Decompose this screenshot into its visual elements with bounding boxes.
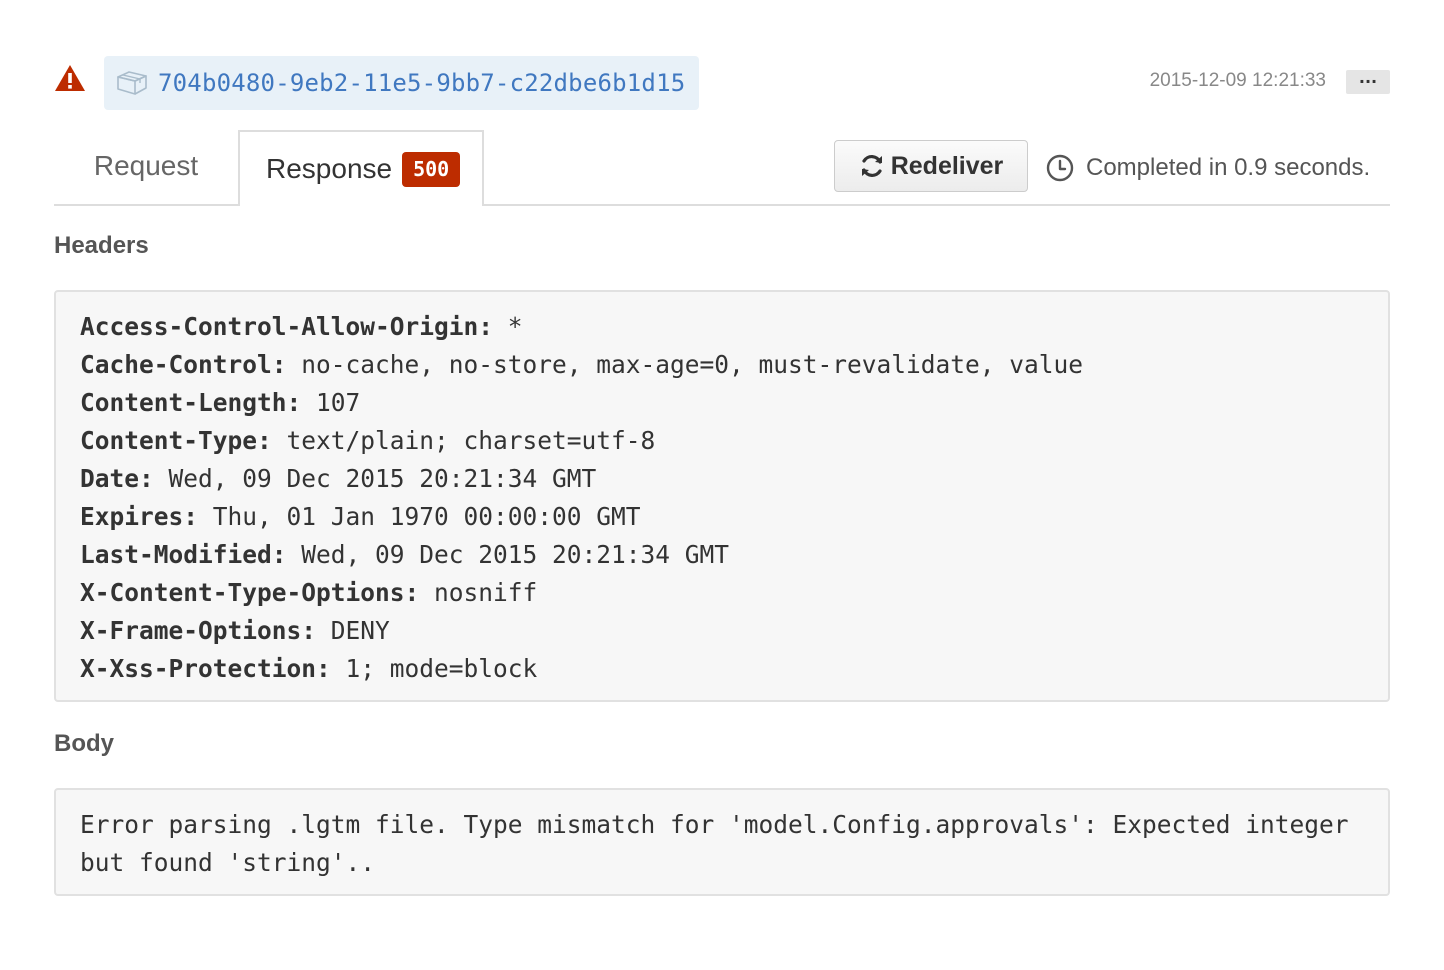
header-value: nosniff (419, 578, 538, 607)
header-value: 1; mode=block (330, 654, 538, 683)
header-value: Wed, 09 Dec 2015 20:21:34 GMT (286, 540, 730, 569)
tab-response[interactable]: Response 500 (238, 130, 484, 206)
header-name: X-Frame-Options: (80, 616, 317, 645)
package-icon (117, 71, 147, 95)
header-value: * (493, 312, 523, 341)
header-line: Expires: Thu, 01 Jan 1970 00:00:00 GMT (80, 498, 1364, 536)
header-value: 107 (301, 388, 361, 417)
header-value: Wed, 09 Dec 2015 20:21:34 GMT (153, 464, 597, 493)
alert-icon (55, 65, 85, 91)
delivery-header: 704b0480-9eb2-11e5-9bb7-c22dbe6b1d15 201… (54, 56, 1390, 110)
header-name: Content-Length: (80, 388, 302, 417)
tab-response-label: Response (266, 153, 393, 184)
response-body-block: Error parsing .lgtm file. Type mismatch … (54, 788, 1390, 896)
delivery-guid-pill[interactable]: 704b0480-9eb2-11e5-9bb7-c22dbe6b1d15 (104, 56, 700, 110)
response-headers-block: Access-Control-Allow-Origin: * Cache-Cont… (54, 290, 1390, 702)
body-heading: Body (54, 730, 114, 757)
header-value: DENY (316, 616, 390, 645)
header-name: X-Xss-Protection: (80, 654, 331, 683)
completion-text: Completed in 0.9 seconds. (1086, 154, 1371, 181)
header-name: Content-Type: (80, 426, 272, 455)
header-line: X-Frame-Options: DENY (80, 612, 1364, 650)
header-value: text/plain; charset=utf-8 (271, 426, 656, 455)
header-name: Cache-Control: (80, 350, 287, 379)
header-line: X-Xss-Protection: 1; mode=block (80, 650, 1364, 688)
status-code-badge: 500 (402, 151, 461, 187)
completion-status: Completed in 0.9 seconds. (1046, 154, 1370, 182)
redeliver-label: Redeliver (890, 151, 1004, 180)
headers-heading: Headers (54, 232, 149, 259)
tab-request-label: Request (93, 150, 199, 181)
header-line: Access-Control-Allow-Origin: * (80, 308, 1364, 346)
header-name: Last-Modified: (80, 540, 287, 569)
header-line: Content-Length: 107 (80, 384, 1364, 422)
header-name: Access-Control-Allow-Origin: (80, 312, 494, 341)
header-value: Thu, 01 Jan 1970 00:00:00 GMT (198, 502, 641, 531)
header-line: Last-Modified: Wed, 09 Dec 2015 20:21:34… (80, 536, 1364, 574)
header-line: Cache-Control: no-cache, no-store, max-a… (80, 346, 1364, 384)
header-value: no-cache, no-store, max-age=0, must-reva… (286, 350, 1084, 379)
header-line: X-Content-Type-Options: nosniff (80, 574, 1364, 612)
header-name: X-Content-Type-Options: (80, 578, 420, 607)
delivery-timestamp: 2015-12-09 12:21:33 (1149, 70, 1326, 91)
delivery-guid-link[interactable]: 704b0480-9eb2-11e5-9bb7-c22dbe6b1d15 (158, 69, 685, 97)
tab-request[interactable]: Request (54, 130, 238, 202)
header-line: Content-Type: text/plain; charset=utf-8 (80, 422, 1364, 460)
header-name: Expires: (80, 502, 199, 531)
redeliver-button[interactable]: Redeliver (834, 140, 1028, 192)
more-options-button[interactable]: ··· (1346, 70, 1390, 94)
header-line: Date: Wed, 09 Dec 2015 20:21:34 GMT (80, 460, 1364, 498)
sync-icon (861, 155, 882, 177)
tab-bar: Request Response 500 Redeliver Completed… (54, 130, 1390, 206)
clock-icon (1046, 154, 1074, 182)
header-name: Date: (80, 464, 154, 493)
